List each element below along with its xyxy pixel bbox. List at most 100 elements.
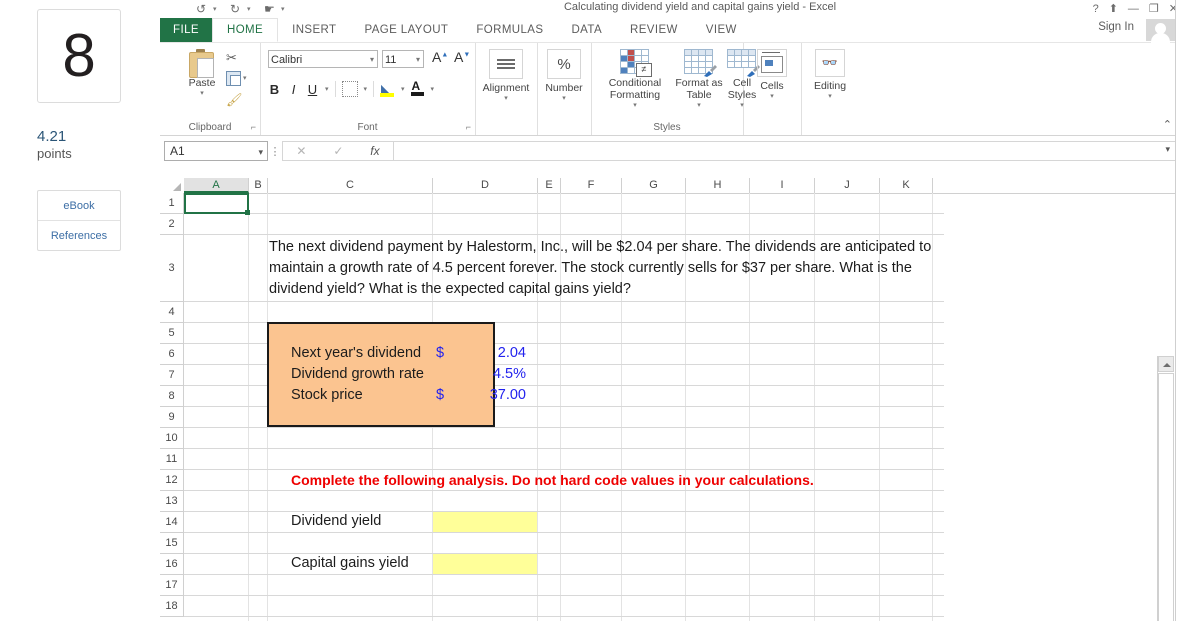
italic-button[interactable]: I — [287, 82, 300, 97]
select-all-corner[interactable] — [160, 178, 185, 193]
font-dialog-launcher-icon[interactable]: ⌐ — [466, 122, 471, 132]
column-header-i[interactable]: I — [750, 178, 815, 193]
row-header-2[interactable]: 2 — [160, 214, 184, 235]
bold-button[interactable]: B — [268, 82, 281, 97]
font-color-icon[interactable]: A — [410, 79, 425, 97]
alignment-dropdown-icon[interactable]: ▾ — [476, 94, 536, 102]
tab-home[interactable]: HOME — [212, 18, 279, 42]
ebook-button[interactable]: eBook — [38, 191, 120, 220]
tab-review[interactable]: REVIEW — [616, 18, 692, 42]
tab-insert[interactable]: INSERT — [278, 18, 350, 42]
paste-dropdown-icon[interactable]: ▾ — [180, 89, 224, 97]
vertical-scrollbar[interactable] — [1157, 356, 1174, 621]
underline-dropdown-icon[interactable]: ▾ — [325, 82, 329, 97]
cancel-icon[interactable]: ✕ — [296, 144, 306, 158]
font-size-dropdown-icon[interactable]: ▾ — [416, 51, 420, 69]
confirm-icon[interactable]: ✓ — [333, 144, 343, 158]
undo-dropdown-icon[interactable]: ▾ — [213, 2, 228, 17]
clipboard-dialog-launcher-icon[interactable]: ⌐ — [251, 122, 256, 132]
row-header-10[interactable]: 10 — [160, 428, 184, 449]
row-header-9[interactable]: 9 — [160, 407, 184, 428]
row-header-15[interactable]: 15 — [160, 533, 184, 554]
collapse-ribbon-icon[interactable]: ⌃ — [1163, 118, 1172, 131]
increase-font-size-icon[interactable]: A▲ — [432, 49, 448, 65]
format-painter-icon[interactable]: 🖌 — [226, 92, 243, 108]
tab-data[interactable]: DATA — [557, 18, 616, 42]
underline-button[interactable]: U — [306, 82, 319, 97]
conditional-formatting-button[interactable]: ≠ Conditional Formatting ▾ — [596, 49, 674, 109]
format-as-table-dropdown-icon[interactable]: ▾ — [675, 101, 723, 109]
answer-cell-capital-gains-yield[interactable] — [433, 554, 537, 574]
row-header-13[interactable]: 13 — [160, 491, 184, 512]
row-header-17[interactable]: 17 — [160, 575, 184, 596]
touch-mode-icon[interactable]: ☛ — [264, 2, 279, 17]
number-dropdown-icon[interactable]: ▾ — [534, 94, 594, 102]
column-header-g[interactable]: G — [622, 178, 686, 193]
editing-dropdown-icon[interactable]: ▾ — [800, 92, 860, 100]
scroll-up-icon[interactable] — [1158, 356, 1174, 372]
column-header-h[interactable]: H — [686, 178, 750, 193]
column-header-j[interactable]: J — [815, 178, 880, 193]
decrease-font-size-icon[interactable]: A▼ — [454, 49, 470, 65]
references-button[interactable]: References — [38, 220, 120, 250]
name-box[interactable]: A1 ▾ — [164, 141, 268, 161]
row-header-6[interactable]: 6 — [160, 344, 184, 365]
row-header-18[interactable]: 18 — [160, 596, 184, 617]
column-header-d[interactable]: D — [433, 178, 538, 193]
editing-button[interactable]: 👓 Editing ▾ — [800, 49, 860, 100]
format-as-table-button[interactable]: Format as Table ▾ — [675, 49, 723, 109]
font-name-dropdown-icon[interactable]: ▾ — [370, 51, 374, 69]
row-header-14[interactable]: 14 — [160, 512, 184, 533]
redo-icon[interactable]: ↻ — [230, 2, 245, 17]
redo-dropdown-icon[interactable]: ▾ — [247, 2, 262, 17]
help-icon[interactable]: ? — [1093, 3, 1099, 15]
row-header-8[interactable]: 8 — [160, 386, 184, 407]
column-header-c[interactable]: C — [268, 178, 433, 193]
font-color-dropdown-icon[interactable]: ▾ — [431, 82, 435, 97]
row-header-1[interactable]: 1 — [160, 193, 184, 214]
answer-cell-dividend-yield[interactable] — [433, 512, 537, 532]
selected-cell-a1[interactable] — [184, 193, 250, 215]
undo-icon[interactable]: ↺ — [196, 2, 211, 17]
column-header-k[interactable]: K — [880, 178, 933, 193]
customize-qat-icon[interactable]: ▾ — [281, 2, 296, 17]
row-header-12[interactable]: 12 — [160, 470, 184, 491]
expand-formula-bar-icon[interactable]: ▾ — [1165, 144, 1170, 155]
ribbon-display-options-icon[interactable]: ⬆ — [1109, 3, 1118, 15]
tab-file[interactable]: FILE — [160, 18, 212, 42]
alignment-button[interactable]: Alignment ▾ — [476, 49, 536, 102]
sign-in-link[interactable]: Sign In — [1098, 21, 1134, 33]
paste-button[interactable]: Paste ▾ — [180, 49, 224, 97]
row-header-11[interactable]: 11 — [160, 449, 184, 470]
copy-icon[interactable] — [226, 71, 241, 86]
column-header-f[interactable]: F — [561, 178, 622, 193]
borders-dropdown-icon[interactable]: ▾ — [364, 82, 368, 97]
row-header-5[interactable]: 5 — [160, 323, 184, 344]
row-header-4[interactable]: 4 — [160, 302, 184, 323]
cells-dropdown-icon[interactable]: ▾ — [742, 92, 802, 100]
scissors-icon[interactable]: ✂ — [226, 50, 237, 66]
row-header-3[interactable]: 3 — [160, 235, 184, 302]
scrollbar-thumb[interactable] — [1158, 373, 1174, 621]
column-header-e[interactable]: E — [538, 178, 561, 193]
font-size-input[interactable]: 11 ▾ — [382, 50, 424, 68]
number-button[interactable]: % Number ▾ — [534, 49, 594, 102]
name-box-dropdown-icon[interactable]: ▾ — [258, 143, 263, 162]
copy-dropdown-icon[interactable]: ▾ — [243, 71, 247, 86]
minimize-button[interactable]: — — [1128, 3, 1139, 15]
insert-function-icon[interactable]: fx — [370, 144, 379, 158]
row-header-16[interactable]: 16 — [160, 554, 184, 575]
column-header-a[interactable]: A — [184, 178, 249, 193]
fill-color-icon[interactable]: ◣ — [380, 82, 395, 97]
fill-color-dropdown-icon[interactable]: ▾ — [401, 82, 405, 97]
restore-button[interactable]: ❐ — [1149, 3, 1159, 15]
column-header-b[interactable]: B — [249, 178, 268, 193]
tab-page-layout[interactable]: PAGE LAYOUT — [350, 18, 462, 42]
conditional-formatting-dropdown-icon[interactable]: ▾ — [596, 101, 674, 109]
borders-icon[interactable] — [341, 81, 358, 97]
font-name-input[interactable]: Calibri ▾ — [268, 50, 378, 68]
formula-input[interactable]: ▾ — [394, 141, 1176, 161]
avatar[interactable] — [1146, 19, 1176, 44]
row-header-7[interactable]: 7 — [160, 365, 184, 386]
save-icon[interactable] — [179, 2, 194, 17]
